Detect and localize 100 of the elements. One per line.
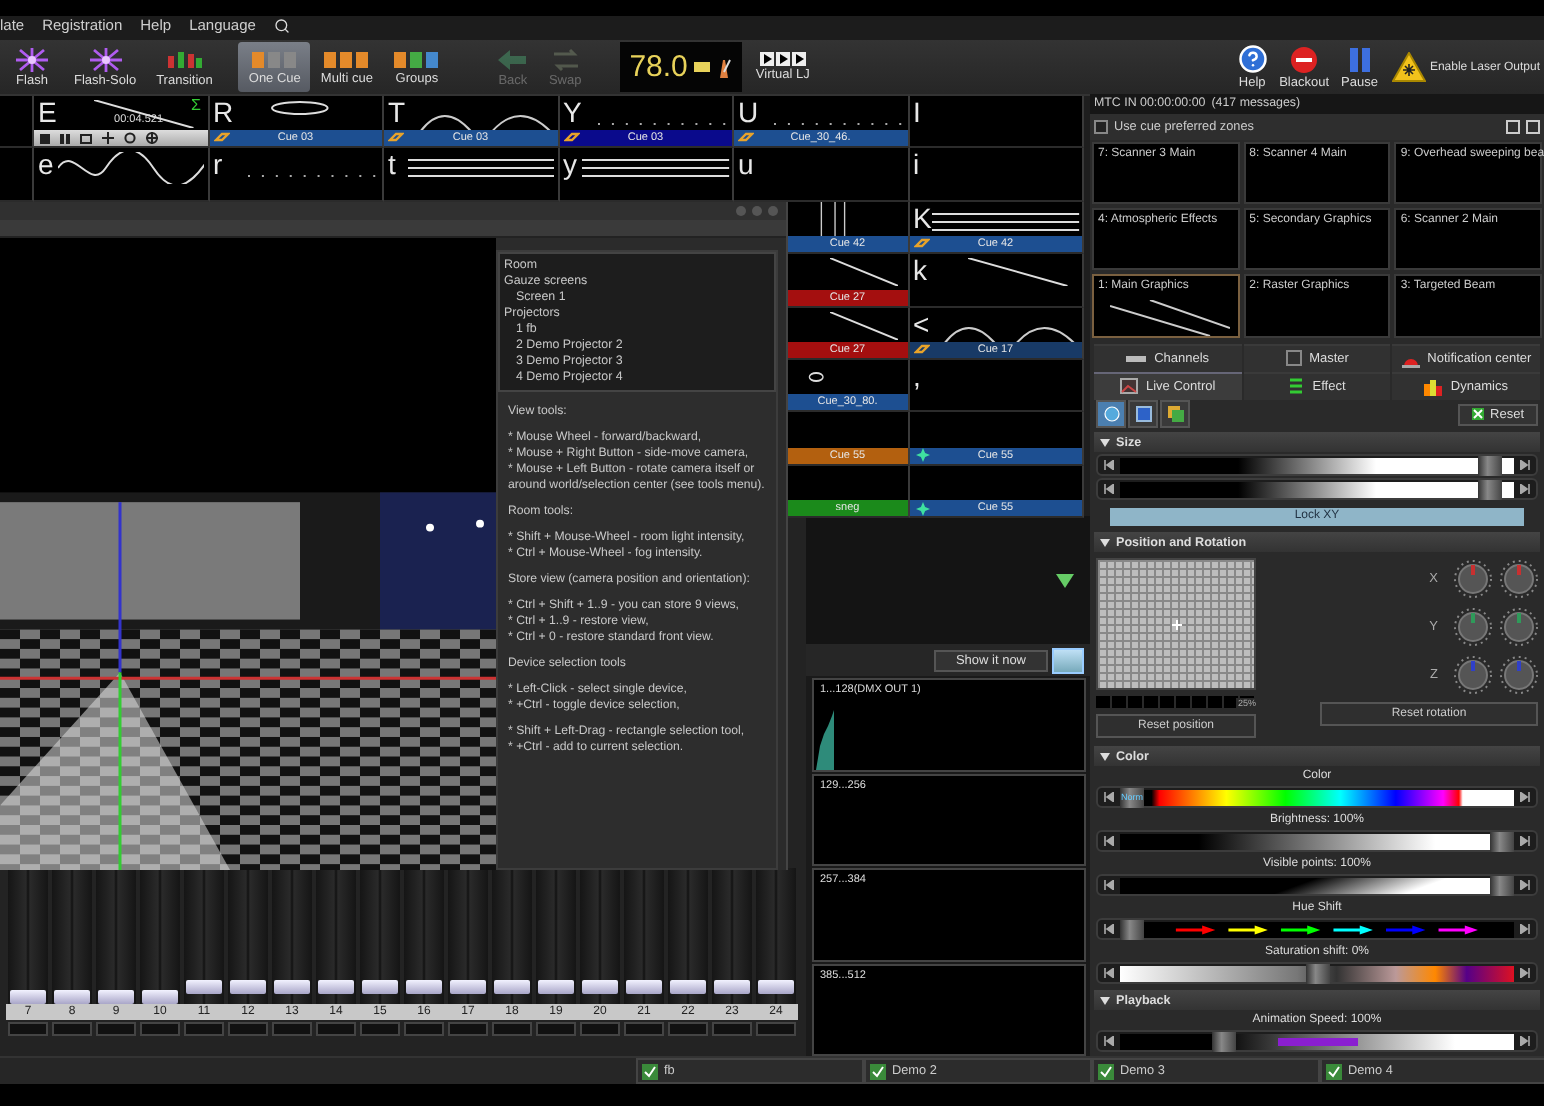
cue-cell[interactable]: , [909,359,1084,413]
fader[interactable] [624,868,664,1004]
channel-value-field[interactable] [360,1022,400,1036]
slider[interactable] [1096,830,1538,853]
fader[interactable] [140,868,180,1004]
fader[interactable] [52,868,92,1004]
knob[interactable] [1500,560,1538,599]
channel-value-field[interactable] [316,1022,356,1036]
slider[interactable] [1096,478,1538,501]
step-back-icon[interactable] [1104,792,1114,803]
channel-value-field[interactable] [712,1022,752,1036]
knob[interactable] [1500,608,1538,647]
xy-pad[interactable] [1096,558,1256,691]
step-forward-icon[interactable] [1520,880,1530,891]
panel-button[interactable] [1052,647,1084,673]
fader-handle[interactable] [186,980,222,995]
fader-handle[interactable] [362,980,398,995]
fader[interactable] [492,868,532,1004]
step-back-icon[interactable] [1104,836,1114,847]
channel-value-field[interactable] [8,1022,48,1036]
channel-value-field[interactable] [140,1022,180,1036]
fader[interactable] [360,868,400,1004]
fader-handle[interactable] [494,980,530,995]
step-back-icon[interactable] [1104,924,1114,935]
fader[interactable] [96,868,136,1004]
move-icon[interactable] [102,132,114,145]
channel-value-field[interactable] [184,1022,224,1036]
channel-value-field[interactable] [536,1022,576,1036]
slider[interactable] [1096,874,1538,897]
fader-handle[interactable] [582,980,618,995]
slider[interactable] [1096,454,1538,477]
fader[interactable] [228,868,268,1004]
fader-handle[interactable] [318,980,354,995]
stop-icon[interactable] [40,133,50,144]
rotate-icon[interactable] [124,132,136,145]
cue-cell[interactable] [0,148,34,202]
fader[interactable] [712,868,752,1004]
step-forward-icon[interactable] [1520,792,1530,803]
channel-value-field[interactable] [448,1022,488,1036]
tool-button[interactable] [1160,400,1190,429]
fader[interactable] [536,868,576,1004]
fader[interactable] [316,868,356,1004]
channel-value-field[interactable] [580,1022,620,1036]
fader[interactable] [404,868,444,1004]
fader-handle[interactable] [98,990,134,1004]
channel-value-field[interactable] [668,1022,708,1036]
slider[interactable] [1096,1030,1538,1053]
channel-value-field[interactable] [492,1022,532,1036]
fader-handle[interactable] [714,980,750,995]
slider-thumb[interactable] [1478,455,1503,476]
pause-icon[interactable] [60,133,70,144]
step-forward-icon[interactable] [1520,1036,1530,1047]
image-icon[interactable] [80,133,92,144]
knob[interactable] [1454,608,1492,647]
collapse-triangle-icon[interactable] [1056,573,1074,587]
channel-value-field[interactable] [624,1022,664,1036]
step-forward-icon[interactable] [1520,460,1530,471]
cue-cell[interactable] [0,96,34,149]
step-forward-icon[interactable] [1520,484,1530,495]
step-forward-icon[interactable] [1520,924,1530,935]
channel-value-field[interactable] [228,1022,268,1036]
cue-cell[interactable]: r [209,148,384,202]
tool-button[interactable] [1128,400,1158,429]
step-back-icon[interactable] [1104,880,1114,891]
knob[interactable] [1500,656,1538,695]
step-back-icon[interactable] [1104,1036,1114,1047]
cue-cell[interactable]: k [909,254,1084,308]
step-back-icon[interactable] [1104,968,1114,979]
fader[interactable] [184,868,224,1004]
slider-thumb[interactable] [1478,479,1503,500]
fader-handle[interactable] [406,980,442,995]
fader-handle[interactable] [670,980,706,995]
fader-handle[interactable] [450,980,486,995]
fader-handle[interactable] [54,990,90,1004]
fader-handle[interactable] [274,980,310,995]
fader-handle[interactable] [142,990,178,1004]
channel-value-field[interactable] [52,1022,92,1036]
cue-cell[interactable]: e [34,148,209,202]
channel-value-field[interactable] [404,1022,444,1036]
fader[interactable] [580,868,620,1004]
fader-handle[interactable] [538,980,574,995]
cue-cell[interactable]: u [734,148,909,202]
fader[interactable] [756,868,796,1004]
fader[interactable] [448,868,488,1004]
channel-value-field[interactable] [96,1022,136,1036]
cue-cell[interactable]: y [559,148,734,202]
slider-thumb[interactable] [1212,1031,1237,1052]
channel-value-field[interactable] [272,1022,312,1036]
cue-cell[interactable]: i [909,148,1084,202]
slider[interactable] [1096,962,1538,985]
slider[interactable] [1096,918,1538,941]
fader-handle[interactable] [10,990,46,1004]
slider-thumb[interactable] [1305,963,1329,984]
fader-handle[interactable] [626,980,662,995]
slider-thumb[interactable] [1490,875,1514,896]
knob[interactable] [1454,656,1492,695]
search-icon[interactable] [273,18,290,34]
channel-value-field[interactable] [756,1022,796,1036]
slider-thumb[interactable] [1490,831,1514,852]
step-forward-icon[interactable] [1520,968,1530,979]
